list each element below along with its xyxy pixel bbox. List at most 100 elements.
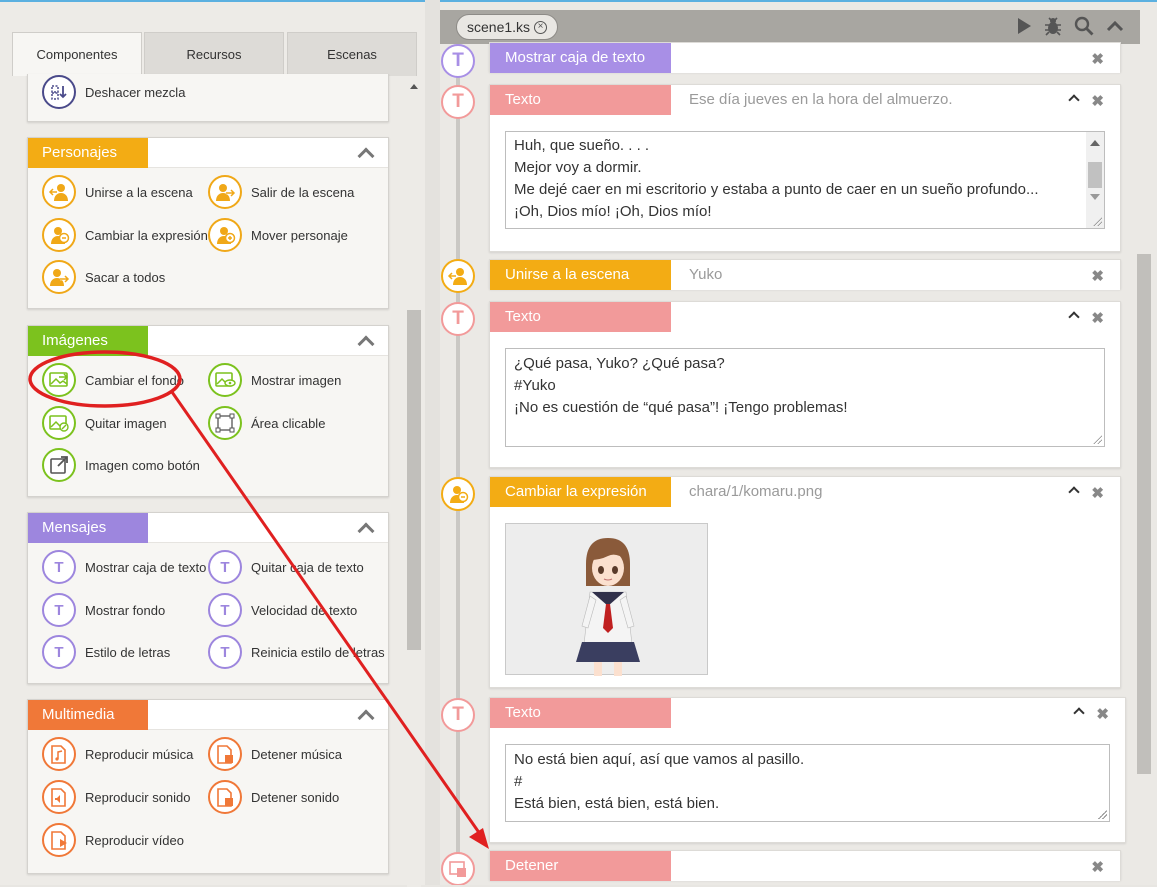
- item-label: Mover personaje: [251, 227, 348, 243]
- resize-grip[interactable]: [1092, 434, 1102, 444]
- text-editor[interactable]: Huh, que sueño. . . . Mejor voy a dormir…: [505, 131, 1105, 229]
- delete-icon[interactable]: ✖: [1091, 484, 1104, 502]
- text-line: No está bien aquí, así que vamos al pasi…: [514, 751, 805, 768]
- item-cambiar-expresion[interactable]: Cambiar la expresión: [42, 217, 208, 253]
- delete-icon[interactable]: ✖: [1091, 309, 1104, 327]
- item-label: Área clicable: [251, 415, 326, 431]
- collapse-chevron-icon[interactable]: [357, 522, 375, 540]
- tab-componentes[interactable]: Componentes: [12, 32, 142, 76]
- item-area-clicable[interactable]: Área clicable: [208, 405, 325, 441]
- character-enter-node-icon: [441, 259, 475, 293]
- textarea-scrollbar[interactable]: [1086, 132, 1104, 228]
- item-velocidad-texto[interactable]: T Velocidad de texto: [208, 592, 357, 628]
- collapse-icon[interactable]: [1068, 311, 1080, 323]
- collapse-icon[interactable]: [1068, 486, 1080, 498]
- text-line: Huh, que sueño. . . .: [514, 137, 650, 154]
- item-label: Reproducir música: [85, 746, 194, 762]
- panel-multimedia: Multimedia Reproducir música Detener mús…: [27, 699, 389, 874]
- panel-title: Mensajes: [28, 513, 148, 543]
- item-mostrar-fondo[interactable]: T Mostrar fondo: [42, 592, 165, 628]
- delete-icon[interactable]: ✖: [1091, 50, 1104, 68]
- collapse-up-icon[interactable]: [1104, 15, 1126, 37]
- scroll-up-arrow-icon[interactable]: [410, 84, 418, 89]
- item-reproducir-video[interactable]: Reproducir vídeo: [42, 822, 184, 858]
- block-cambiar-expresion[interactable]: Cambiar la expresión chara/1/komaru.png ✖: [489, 476, 1121, 688]
- file-tab[interactable]: scene1.ks ×: [456, 14, 559, 40]
- pane-divider[interactable]: [425, 0, 440, 885]
- editor-scrollbar[interactable]: [1137, 44, 1157, 885]
- item-detener-musica[interactable]: Detener música: [208, 736, 342, 772]
- resize-grip[interactable]: [1092, 216, 1102, 226]
- item-estilo-letras[interactable]: T Estilo de letras: [42, 634, 170, 670]
- item-sacar-todos[interactable]: Sacar a todos: [42, 259, 165, 295]
- stop-node-icon: [441, 852, 475, 885]
- block-texto-1[interactable]: Texto Ese día jueves en la hora del almue…: [489, 84, 1121, 252]
- text-editor[interactable]: ¿Qué pasa, Yuko? ¿Qué pasa? #Yuko ¡No es…: [505, 348, 1105, 447]
- collapse-icon[interactable]: [1073, 707, 1085, 719]
- block-texto-2[interactable]: Texto ✖ ¿Qué pasa, Yuko? ¿Qué pasa? #Yuko…: [489, 301, 1121, 468]
- show-text-background-icon: T: [42, 593, 76, 627]
- collapse-chevron-icon[interactable]: [357, 709, 375, 727]
- scrollbar-thumb[interactable]: [407, 310, 421, 650]
- item-label: Salir de la escena: [251, 184, 355, 200]
- item-mover-personaje[interactable]: Mover personaje: [208, 217, 348, 253]
- text-node-icon: T: [441, 698, 475, 732]
- delete-icon[interactable]: ✖: [1091, 858, 1104, 876]
- item-label: Cambiar el fondo: [85, 372, 184, 388]
- collapse-chevron-icon[interactable]: [357, 147, 375, 165]
- file-tab-label: scene1.ks: [467, 19, 531, 35]
- stop-music-icon: [208, 737, 242, 771]
- block-detener[interactable]: Detener ✖: [489, 850, 1121, 881]
- debug-bug-icon[interactable]: [1042, 15, 1064, 37]
- hide-textbox-icon: T: [208, 550, 242, 584]
- item-quitar-imagen[interactable]: Quitar imagen: [42, 405, 167, 441]
- item-mostrar-caja-texto[interactable]: T Mostrar caja de texto: [42, 549, 206, 585]
- change-expression-node-icon: [441, 477, 475, 511]
- text-line: ¡No es cuestión de “qué pasa”! ¡Tengo pr…: [514, 399, 848, 416]
- item-quitar-caja-texto[interactable]: T Quitar caja de texto: [208, 549, 364, 585]
- item-imagen-boton[interactable]: Imagen como botón: [42, 447, 200, 483]
- tab-escenas[interactable]: Escenas: [287, 32, 417, 76]
- item-label: Estilo de letras: [85, 644, 171, 660]
- tab-recursos[interactable]: Recursos: [144, 32, 284, 76]
- scrollbar-thumb[interactable]: [1137, 254, 1151, 774]
- item-label: Reinicia estilo de letras: [251, 644, 385, 660]
- character-image: [576, 538, 640, 676]
- item-reproducir-musica[interactable]: Reproducir música: [42, 736, 193, 772]
- text-line: Me dejé caer en mi escritorio y estaba a…: [514, 181, 1039, 198]
- block-label: Cambiar la expresión: [490, 477, 671, 507]
- panel-imagenes: Imágenes Cambiar el fondo Mostrar imagen…: [27, 325, 389, 497]
- collapse-icon[interactable]: [1068, 94, 1080, 106]
- search-icon[interactable]: [1073, 15, 1095, 37]
- panel-personajes: Personajes Unirse a la escena Salir de l…: [27, 137, 389, 309]
- character-enter-icon: [42, 175, 76, 209]
- block-unirse-escena[interactable]: Unirse a la escena Yuko ✖: [489, 259, 1121, 290]
- item-reinicia-estilo[interactable]: T Reinicia estilo de letras: [208, 634, 385, 670]
- close-tab-icon[interactable]: ×: [534, 20, 548, 34]
- item-detener-sonido[interactable]: Detener sonido: [208, 779, 339, 815]
- play-music-icon: [42, 737, 76, 771]
- block-texto-3[interactable]: Texto ✖ No está bien aquí, así que vamos …: [489, 697, 1126, 843]
- item-label: Mostrar imagen: [251, 372, 342, 388]
- play-icon[interactable]: [1013, 15, 1035, 37]
- timeline-line: [456, 44, 460, 885]
- item-mostrar-imagen[interactable]: Mostrar imagen: [208, 362, 341, 398]
- item-label: Reproducir sonido: [85, 789, 191, 805]
- text-editor[interactable]: No está bien aquí, así que vamos al pasi…: [505, 744, 1110, 822]
- block-label: Mostrar caja de texto: [490, 43, 671, 73]
- block-mostrar-caja[interactable]: Mostrar caja de texto ✖: [489, 42, 1121, 73]
- sidebar-scrollbar[interactable]: [407, 76, 421, 887]
- delete-icon[interactable]: ✖: [1096, 705, 1109, 723]
- collapse-chevron-icon[interactable]: [357, 335, 375, 353]
- item-unirse-escena[interactable]: Unirse a la escena: [42, 174, 193, 210]
- delete-icon[interactable]: ✖: [1091, 267, 1104, 285]
- item-salir-escena[interactable]: Salir de la escena: [208, 174, 354, 210]
- change-expression-icon: [42, 218, 76, 252]
- item-cambiar-fondo[interactable]: Cambiar el fondo: [42, 362, 184, 398]
- delete-icon[interactable]: ✖: [1091, 92, 1104, 110]
- item-label: Mostrar fondo: [85, 602, 166, 618]
- resize-grip[interactable]: [1097, 809, 1107, 819]
- item-deshacer-mezcla[interactable]: Deshacer mezcla: [42, 74, 185, 110]
- item-reproducir-sonido[interactable]: Reproducir sonido: [42, 779, 191, 815]
- panel-title: Multimedia: [28, 700, 148, 730]
